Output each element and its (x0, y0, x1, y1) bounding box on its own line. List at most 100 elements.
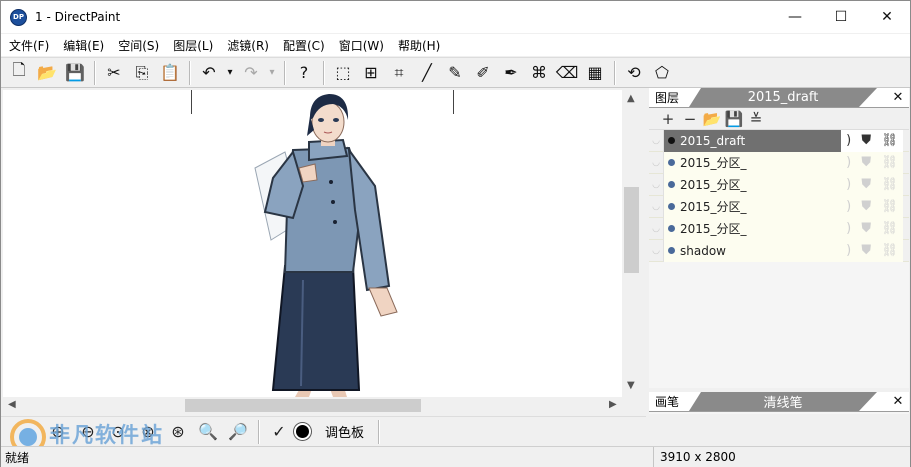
layer-name: 2015_分区_ (680, 178, 747, 192)
shape-tool-icon[interactable]: ⬠ (648, 60, 676, 86)
zoom-in-icon[interactable]: ⊕ (43, 419, 73, 445)
menu-edit[interactable]: 编辑(E) (59, 37, 108, 54)
link-icon[interactable]: ⛓ (881, 155, 898, 170)
brush-tool-icon[interactable]: ✐ (469, 60, 497, 86)
link-icon[interactable]: ⛓ (881, 221, 898, 236)
save-layer-icon[interactable]: 💾 (723, 109, 745, 129)
menu-space[interactable]: 空间(S) (114, 37, 163, 54)
scroll-down-arrow[interactable]: ▼ (627, 380, 635, 391)
layer-row[interactable]: ◡ 2015_分区_ ) ⛊ ⛓ (649, 151, 909, 174)
edge-icon[interactable]: ) (846, 133, 851, 148)
layer-row[interactable]: ◡ shadow ) ⛊ ⛓ (649, 239, 909, 262)
remove-layer-icon[interactable]: − (679, 109, 701, 129)
rotate-canvas-icon[interactable]: ⟲ (620, 60, 648, 86)
tab-active-brush[interactable]: 清线笔 (689, 392, 877, 411)
rotate-up-icon[interactable]: ⊛ (163, 419, 193, 445)
title-bar[interactable]: DP 1 - DirectPaint — ☐ ✕ (1, 1, 910, 33)
visibility-icon[interactable]: ◡ (649, 130, 663, 152)
vertical-scrollbar[interactable]: ▲ ▼ (622, 90, 641, 397)
layer-row[interactable]: ◡ 2015_分区_ ) ⛊ ⛓ (649, 173, 909, 196)
horizontal-scrollbar[interactable]: ◀ ▶ (3, 397, 622, 414)
link-icon[interactable]: ⛓ (881, 133, 898, 148)
paste-icon[interactable]: 📋 (156, 60, 184, 86)
menu-layer[interactable]: 图层(L) (169, 37, 217, 54)
link-icon[interactable]: ⛓ (881, 243, 898, 258)
zoom-tool-icon[interactable]: 🔍 (193, 419, 223, 445)
scroll-left-arrow[interactable]: ◀ (8, 399, 16, 410)
lock-icon[interactable]: ⛊ (861, 199, 871, 214)
undo-dropdown-icon[interactable]: ▾ (223, 60, 237, 86)
edge-icon[interactable]: ) (846, 243, 851, 258)
drawing-canvas[interactable] (3, 90, 622, 397)
visibility-icon[interactable]: ◡ (649, 196, 663, 218)
maximize-button[interactable]: ☐ (818, 1, 864, 33)
edge-icon[interactable]: ) (846, 155, 851, 170)
grid-tool-icon[interactable]: ▦ (581, 60, 609, 86)
close-button[interactable]: ✕ (864, 1, 910, 33)
zoom-out-icon[interactable]: ⊖ (73, 419, 103, 445)
visibility-icon[interactable]: ◡ (649, 218, 663, 240)
artwork-illustration (254, 94, 398, 397)
redo-icon[interactable]: ↷ (237, 60, 265, 86)
scroll-up-arrow[interactable]: ▲ (627, 93, 635, 104)
pencil-tool-icon[interactable]: ✎ (441, 60, 469, 86)
lock-icon[interactable]: ⛊ (861, 155, 871, 170)
menu-window[interactable]: 窗口(W) (335, 37, 388, 54)
fit-view-icon[interactable]: ⊙ (103, 419, 133, 445)
marker-tool-icon[interactable]: ✒ (497, 60, 525, 86)
palette-button[interactable]: 调色板 (325, 422, 364, 441)
tab-active-layer[interactable]: 2015_draft (689, 88, 877, 107)
transform-tool-icon[interactable]: ⊞ (357, 60, 385, 86)
menu-config[interactable]: 配置(C) (279, 37, 329, 54)
minimize-button[interactable]: — (772, 1, 818, 33)
import-layer-icon[interactable]: 📂 (701, 109, 723, 129)
main-toolbar: 🗋 📂 💾 ✂ ⎘ 📋 ↶ ▾ ↷ ▾ ? ⬚ ⊞ ⌗ ╱ ✎ ✐ ✒ ⌘ ⌫ … (1, 57, 910, 88)
redo-dropdown-icon[interactable]: ▾ (265, 60, 279, 86)
save-icon[interactable]: 💾 (61, 60, 89, 86)
scroll-right-arrow[interactable]: ▶ (609, 399, 617, 410)
crop-tool-icon[interactable]: ⌗ (385, 60, 413, 86)
menu-file[interactable]: 文件(F) (5, 37, 53, 54)
layer-color-dot (668, 225, 675, 232)
check-icon[interactable]: ✓ (264, 419, 294, 445)
lock-icon[interactable]: ⛊ (861, 243, 871, 258)
rotate-view-icon[interactable]: ⊗ (133, 419, 163, 445)
visibility-icon[interactable]: ◡ (649, 174, 663, 196)
link-icon[interactable]: ⛓ (881, 177, 898, 192)
layers-panel-close-icon[interactable]: ✕ (887, 88, 909, 107)
layer-row[interactable]: ◡ 2015_分区_ ) ⛊ ⛓ (649, 217, 909, 240)
lock-icon[interactable]: ⛊ (861, 177, 871, 192)
magnify-tool-icon[interactable]: 🔎 (223, 419, 253, 445)
vertical-scroll-thumb[interactable] (624, 187, 639, 273)
lock-icon[interactable]: ⛊ (861, 133, 871, 148)
eraser-tool-icon[interactable]: ⌫ (553, 60, 581, 86)
layer-row[interactable]: ◡ 2015_draft ) ⛊ ⛓ (649, 129, 909, 152)
visibility-icon[interactable]: ◡ (649, 152, 663, 174)
visibility-icon[interactable]: ◡ (649, 240, 663, 262)
edge-icon[interactable]: ) (846, 221, 851, 236)
select-tool-icon[interactable]: ⬚ (329, 60, 357, 86)
copy-icon[interactable]: ⎘ (128, 60, 156, 86)
help-icon[interactable]: ? (290, 60, 318, 86)
open-folder-icon[interactable]: 📂 (33, 60, 61, 86)
edge-icon[interactable]: ) (846, 199, 851, 214)
lock-icon[interactable]: ⛊ (861, 221, 871, 236)
current-color-swatch[interactable] (294, 423, 311, 440)
app-icon[interactable]: DP (10, 8, 27, 26)
horizontal-scroll-thumb[interactable] (185, 399, 421, 412)
edge-icon[interactable]: ) (846, 177, 851, 192)
layer-row[interactable]: ◡ 2015_分区_ ) ⛊ ⛓ (649, 195, 909, 218)
pen-tool-icon[interactable]: ╱ (413, 60, 441, 86)
menu-help[interactable]: 帮助(H) (394, 37, 444, 54)
link-icon[interactable]: ⛓ (881, 199, 898, 214)
brush-panel-close-icon[interactable]: ✕ (887, 392, 909, 411)
undo-icon[interactable]: ↶ (195, 60, 223, 86)
tab-brush[interactable]: 画笔 (649, 392, 689, 411)
tab-layers[interactable]: 图层 (649, 88, 689, 107)
merge-layer-icon[interactable]: ≚ (745, 109, 767, 129)
add-layer-icon[interactable]: + (657, 109, 679, 129)
menu-filter[interactable]: 滤镜(R) (223, 37, 273, 54)
warp-tool-icon[interactable]: ⌘ (525, 60, 553, 86)
new-file-icon[interactable]: 🗋 (5, 60, 33, 86)
cut-icon[interactable]: ✂ (100, 60, 128, 86)
